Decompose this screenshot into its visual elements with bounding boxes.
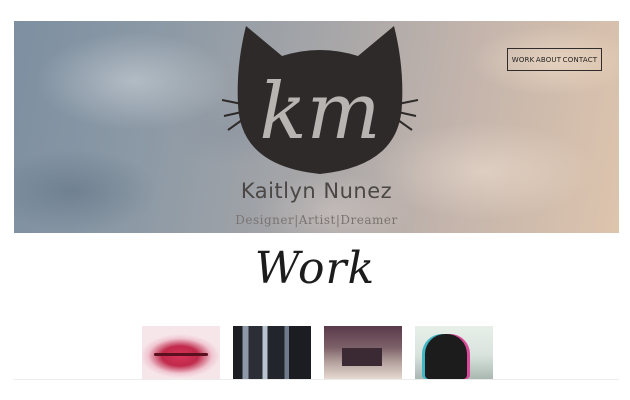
svg-text:km: km — [259, 67, 380, 157]
tagline: Designer|Artist|Dreamer — [235, 213, 398, 227]
glitch-portrait-thumbnail[interactable] — [415, 326, 493, 379]
divider — [14, 379, 619, 380]
main-nav: WORK ABOUT CONTACT — [507, 48, 602, 71]
lips-artwork-thumbnail[interactable] — [142, 326, 220, 379]
nav-contact[interactable]: CONTACT — [563, 56, 598, 64]
hero-banner: km Kaitlyn Nunez Designer|Artist|Dreamer… — [14, 21, 619, 233]
site-owner-name: Kaitlyn Nunez — [240, 179, 393, 203]
nav-work[interactable]: WORK — [512, 56, 535, 64]
work-gallery — [142, 326, 493, 379]
work-heading: Work — [254, 243, 376, 294]
room-photo-thumbnail[interactable] — [324, 326, 402, 379]
dark-window-artwork-thumbnail[interactable] — [233, 326, 311, 379]
nav-about[interactable]: ABOUT — [536, 56, 561, 64]
cat-logo-icon[interactable]: km — [222, 26, 418, 188]
